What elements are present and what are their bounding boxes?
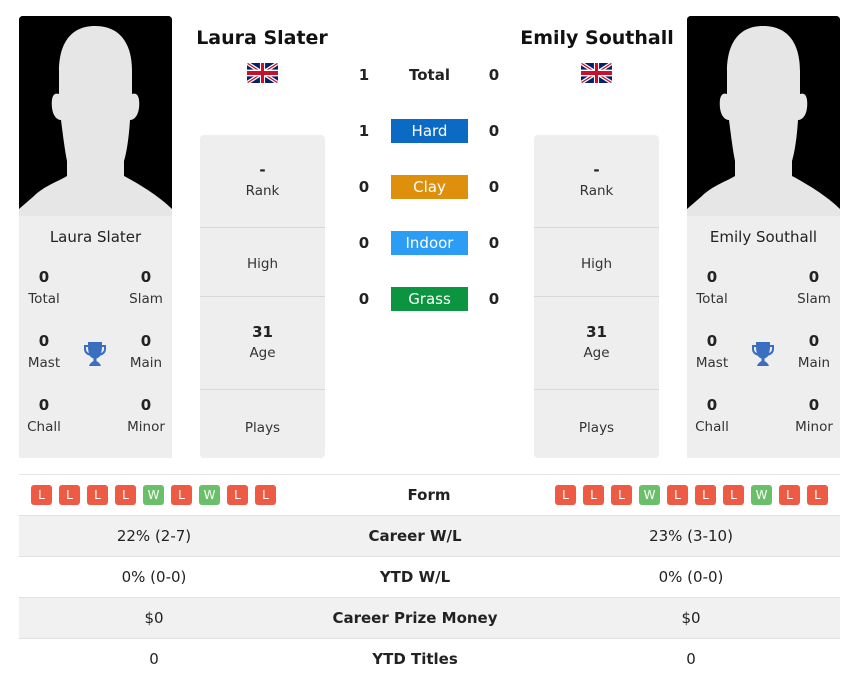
titles-main: 0 Main — [129, 332, 163, 371]
form-badge-loss[interactable]: L — [555, 485, 576, 505]
surface-label-total: Total — [409, 66, 450, 84]
form-badge-loss[interactable]: L — [227, 485, 248, 505]
surface-badge-grass[interactable]: Grass — [391, 287, 468, 311]
titles-chall: 0 Chall — [27, 396, 61, 435]
titles-minor: 0 Minor — [127, 396, 165, 435]
player-photo-right — [687, 16, 840, 216]
form-label: Form — [407, 486, 451, 504]
form-badges-right: LLLWLLLWLL — [555, 485, 828, 505]
titles-main: 0 Main — [797, 332, 831, 371]
surface-badge-indoor[interactable]: Indoor — [391, 231, 468, 255]
info-rank: - Rank — [200, 135, 325, 228]
titles-chall: 0 Chall — [695, 396, 729, 435]
form-badge-loss[interactable]: L — [583, 485, 604, 505]
h2h-row-hard: 1 Hard 0 — [345, 119, 515, 143]
stat-row-career-wl: 22% (2-7) Career W/L 23% (3-10) — [19, 515, 840, 556]
player-name[interactable]: Laura Slater — [19, 228, 172, 246]
player-titles-card-right: Emily Southall 0 Total 0 Slam 0 Mast 0 M… — [687, 216, 840, 458]
silhouette-icon — [19, 16, 172, 216]
info-plays: Plays — [578, 420, 615, 436]
form-badges-left: LLLLWLWLL — [31, 485, 276, 505]
player-info-card-left: - Rank High 31 Age Plays — [200, 135, 325, 458]
info-age: 31 Age — [200, 297, 325, 390]
player-info-card-right: - Rank High 31 Age Plays — [534, 135, 659, 458]
info-rank: - Rank — [534, 135, 659, 228]
silhouette-icon — [687, 16, 840, 216]
player-heading-right[interactable]: Emily Southall — [497, 27, 697, 49]
info-plays: Plays — [244, 420, 281, 436]
titles-mast: 0 Mast — [695, 332, 729, 371]
form-badge-loss[interactable]: L — [611, 485, 632, 505]
form-badge-win[interactable]: W — [751, 485, 772, 505]
info-high: High — [200, 228, 325, 297]
stat-row-ytd-titles: 0 YTD Titles 0 — [19, 638, 840, 679]
uk-flag-icon — [247, 63, 278, 83]
titles-slam: 0 Slam — [129, 268, 163, 307]
stat-row-prize-money: $0 Career Prize Money $0 — [19, 597, 840, 638]
player-name[interactable]: Emily Southall — [687, 228, 840, 246]
form-badge-win[interactable]: W — [143, 485, 164, 505]
titles-total: 0 Total — [28, 268, 60, 307]
uk-flag-icon — [581, 63, 612, 83]
titles-total: 0 Total — [696, 268, 728, 307]
form-badge-loss[interactable]: L — [255, 485, 276, 505]
player-titles-card-left: Laura Slater 0 Total 0 Slam 0 Mast 0 Mai… — [19, 216, 172, 458]
form-badge-loss[interactable]: L — [667, 485, 688, 505]
form-badge-loss[interactable]: L — [695, 485, 716, 505]
form-row: LLLLWLWLL Form LLLWLLLWLL — [19, 474, 840, 515]
titles-minor: 0 Minor — [795, 396, 833, 435]
h2h-row-total: 1 Total 0 — [345, 63, 515, 87]
form-badge-win[interactable]: W — [199, 485, 220, 505]
form-badge-loss[interactable]: L — [779, 485, 800, 505]
form-badge-loss[interactable]: L — [115, 485, 136, 505]
titles-mast: 0 Mast — [27, 332, 61, 371]
h2h-row-indoor: 0 Indoor 0 — [345, 231, 515, 255]
h2h-row-clay: 0 Clay 0 — [345, 175, 515, 199]
player-heading-left[interactable]: Laura Slater — [162, 27, 362, 49]
h2h-row-grass: 0 Grass 0 — [345, 287, 515, 311]
form-badge-loss[interactable]: L — [87, 485, 108, 505]
trophy-icon — [752, 342, 774, 366]
surface-badge-hard[interactable]: Hard — [391, 119, 468, 143]
player-photo-left — [19, 16, 172, 216]
stat-row-ytd-wl: 0% (0-0) YTD W/L 0% (0-0) — [19, 556, 840, 597]
info-age: 31 Age — [534, 297, 659, 390]
form-badge-loss[interactable]: L — [59, 485, 80, 505]
form-badge-loss[interactable]: L — [171, 485, 192, 505]
form-badge-win[interactable]: W — [639, 485, 660, 505]
form-badge-loss[interactable]: L — [807, 485, 828, 505]
trophy-icon — [84, 342, 106, 366]
form-badge-loss[interactable]: L — [723, 485, 744, 505]
form-badge-loss[interactable]: L — [31, 485, 52, 505]
info-high: High — [534, 228, 659, 297]
surface-badge-clay[interactable]: Clay — [391, 175, 468, 199]
titles-slam: 0 Slam — [797, 268, 831, 307]
